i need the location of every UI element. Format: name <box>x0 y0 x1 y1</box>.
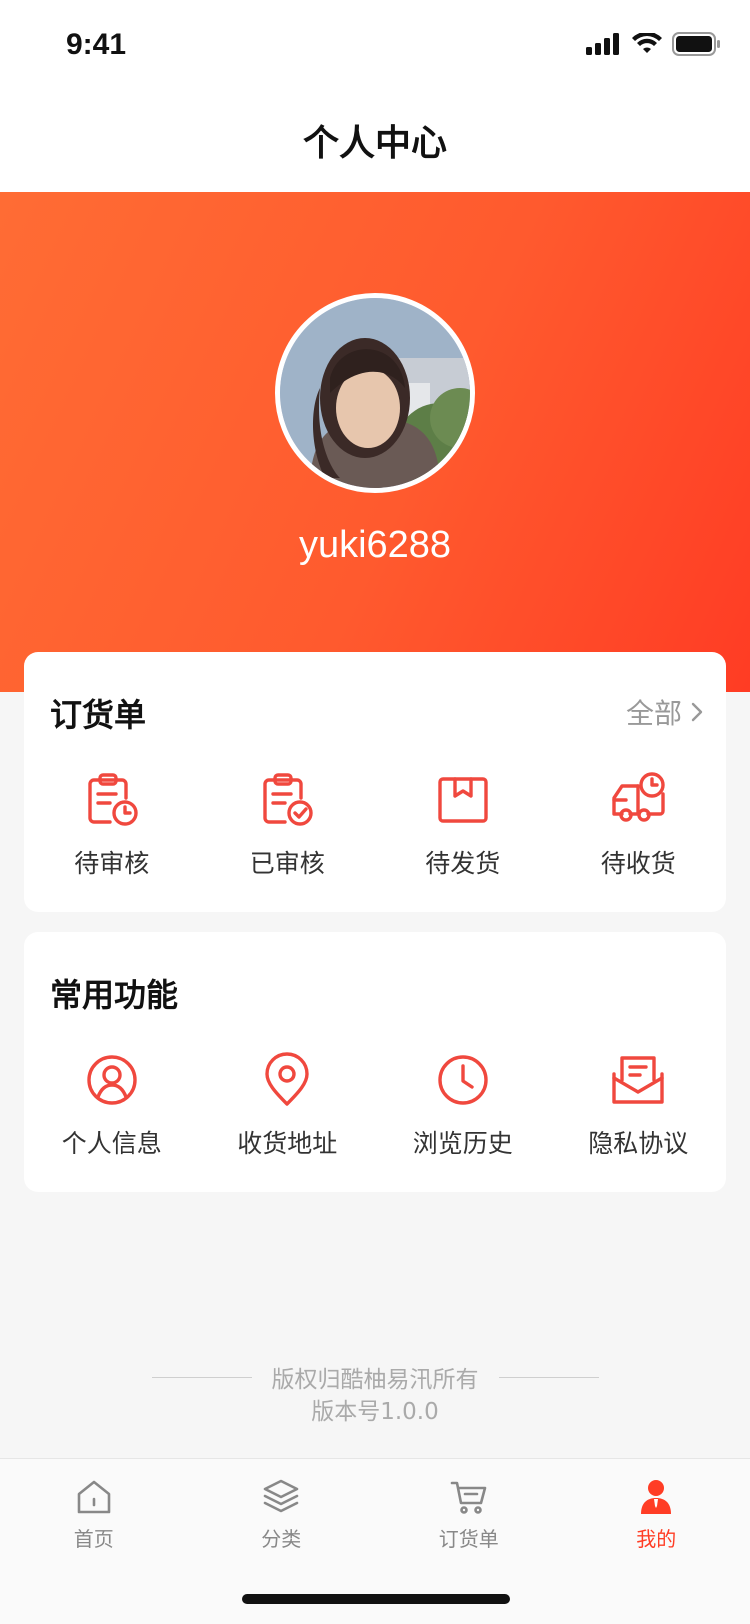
status-icons <box>586 32 720 56</box>
tab-mine[interactable]: 我的 <box>563 1477 750 1569</box>
order-reviewed-label: 已审核 <box>249 849 325 878</box>
orders-grid: 待审核 已审核 待发货 待收货 <box>24 770 726 880</box>
order-to-receive-label: 待收货 <box>600 849 676 878</box>
tab-order-label: 订货单 <box>438 1527 499 1551</box>
tab-home[interactable]: 首页 <box>0 1477 188 1569</box>
features-title: 常用功能 <box>50 976 179 1014</box>
feature-shipping-address-label: 收货地址 <box>237 1129 338 1158</box>
user-icon <box>641 1480 672 1514</box>
view-all-orders-link[interactable]: 全部 <box>626 692 704 732</box>
cart-icon <box>450 1481 487 1514</box>
home-indicator <box>242 1594 510 1604</box>
order-pending-review[interactable]: 待审核 <box>24 770 200 880</box>
user-circle-icon <box>87 1055 137 1105</box>
nav-bar: 个人中心 <box>0 88 750 192</box>
avatar-photo <box>280 298 470 488</box>
version-text: 版本号1.0.0 <box>311 1399 439 1425</box>
feature-shipping-address[interactable]: 收货地址 <box>200 1050 376 1160</box>
wifi-icon <box>632 33 662 53</box>
clock-icon <box>438 1055 488 1105</box>
status-bar: 9:41 <box>0 0 750 88</box>
copyright-text: 版权归酷柚易汛所有 <box>271 1367 479 1393</box>
order-to-ship[interactable]: 待发货 <box>375 770 551 880</box>
tab-category-label: 分类 <box>261 1527 302 1551</box>
orders-title: 订货单 <box>50 696 147 734</box>
divider-left <box>151 1376 252 1378</box>
order-to-ship-label: 待发货 <box>425 849 501 878</box>
clipboard-clock-icon <box>88 773 138 826</box>
avatar[interactable] <box>275 293 475 493</box>
view-all-label: 全部 <box>625 697 682 730</box>
tab-home-label: 首页 <box>73 1527 114 1551</box>
feature-personal-info-label: 个人信息 <box>61 1129 162 1158</box>
username: yuki6288 <box>298 524 452 566</box>
divider-right <box>498 1376 599 1378</box>
clipboard-check-icon <box>263 773 313 826</box>
features-grid: 个人信息 收货地址 浏览历史 隐私协议 <box>24 1050 726 1160</box>
tab-mine-label: 我的 <box>636 1527 677 1551</box>
order-reviewed[interactable]: 已审核 <box>200 770 376 880</box>
status-time: 9:41 <box>66 28 127 61</box>
feature-personal-info[interactable]: 个人信息 <box>24 1050 200 1160</box>
tab-order[interactable]: 订货单 <box>375 1477 563 1569</box>
page-title: 个人中心 <box>302 123 447 164</box>
orders-card: 订货单 全部 待审核 已审核 待发货 待收货 <box>24 652 726 912</box>
feature-browsing-history[interactable]: 浏览历史 <box>375 1050 551 1160</box>
order-to-receive[interactable]: 待收货 <box>551 770 727 880</box>
feature-privacy-policy[interactable]: 隐私协议 <box>551 1050 727 1160</box>
features-card: 常用功能 个人信息 收货地址 浏览历史 隐私协议 <box>24 932 726 1192</box>
chevron-right-icon <box>691 702 703 722</box>
tab-category[interactable]: 分类 <box>188 1477 376 1569</box>
location-pin-icon <box>265 1052 309 1106</box>
layers-icon <box>263 1479 299 1513</box>
feature-privacy-policy-label: 隐私协议 <box>588 1129 689 1158</box>
battery-icon <box>672 32 720 56</box>
signal-icon <box>586 33 619 55</box>
feature-browsing-history-label: 浏览历史 <box>412 1129 513 1158</box>
envelope-icon <box>612 1056 664 1104</box>
order-pending-review-label: 待审核 <box>74 849 150 878</box>
delivery-truck-icon <box>612 772 665 822</box>
box-icon <box>438 777 488 823</box>
home-icon <box>77 1480 111 1514</box>
copyright-row: 版权归酷柚易汛所有 <box>0 1360 750 1394</box>
